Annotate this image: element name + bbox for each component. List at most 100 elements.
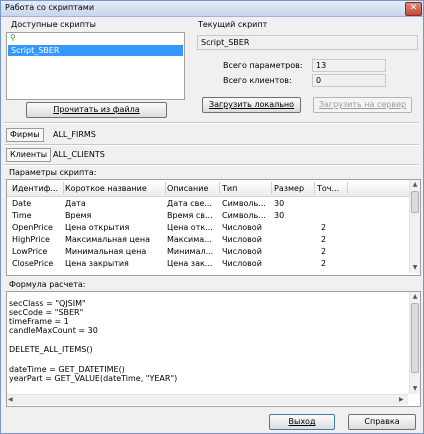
load-from-file-label: Прочитать из файла bbox=[53, 105, 140, 114]
divider bbox=[4, 122, 419, 124]
cell-id: Time bbox=[12, 211, 32, 220]
formula-line: secCode = "SBER" bbox=[9, 308, 84, 317]
total-clients-field: 0 bbox=[312, 74, 386, 87]
table-row[interactable]: ClosePrice Цена закрытия Цена зак... Чис… bbox=[7, 259, 410, 270]
firms-value: ALL_FIRMS bbox=[53, 130, 96, 139]
column-divider bbox=[219, 182, 220, 194]
clients-button[interactable]: Клиенты bbox=[6, 148, 52, 162]
clients-label: Клиенты bbox=[10, 150, 48, 159]
available-scripts-list[interactable]: ⚲ Script_SBER bbox=[6, 32, 185, 100]
column-header[interactable]: Размер bbox=[274, 184, 314, 193]
column-header[interactable]: Точ... bbox=[317, 184, 347, 193]
cell-type: Символь... bbox=[222, 199, 266, 208]
load-local-button[interactable]: Загрузить локально bbox=[202, 97, 301, 113]
cell-type: Числовой bbox=[222, 259, 262, 268]
column-divider bbox=[314, 182, 315, 194]
help-label: Справка bbox=[364, 417, 400, 426]
formula-line: yearPart = GET_VALUE(dateTime, "YEAR") bbox=[9, 374, 178, 383]
window-title: Работа со скриптами bbox=[5, 3, 95, 12]
cell-precision: 2 bbox=[321, 247, 327, 256]
cell-type: Числовой bbox=[222, 223, 262, 232]
cell-short-name: Максимальная цена bbox=[65, 235, 150, 244]
divider bbox=[4, 164, 419, 166]
scroll-right-icon[interactable]: ▶ bbox=[399, 395, 404, 405]
params-vertical-scrollbar[interactable]: ▲ ▼ bbox=[409, 180, 420, 273]
scroll-up-icon[interactable]: ▲ bbox=[410, 180, 420, 190]
scroll-thumb[interactable] bbox=[411, 303, 419, 373]
formula-label: Формула расчета: bbox=[9, 280, 86, 289]
formula-horizontal-scrollbar[interactable]: ◀ ▶ bbox=[7, 394, 408, 405]
cell-description: Дата све... bbox=[167, 199, 212, 208]
close-icon: ✕ bbox=[409, 3, 418, 13]
script-list-item[interactable]: Script_SBER bbox=[8, 45, 183, 56]
current-script-name: Script_SBER bbox=[201, 38, 250, 47]
cell-short-name: Время bbox=[65, 211, 92, 220]
params-table[interactable]: Идентиф... Короткое название Описание Ти… bbox=[6, 179, 421, 276]
load-server-button[interactable]: Загрузить на сервер bbox=[313, 97, 412, 113]
scroll-down-icon[interactable]: ▼ bbox=[410, 384, 420, 394]
column-divider bbox=[63, 182, 64, 194]
cell-id: HighPrice bbox=[12, 235, 50, 244]
cell-id: ClosePrice bbox=[12, 259, 54, 268]
column-divider bbox=[271, 182, 272, 194]
cell-description: Максима... bbox=[167, 235, 212, 244]
formula-vertical-scrollbar[interactable]: ▲ ▼ bbox=[409, 292, 420, 394]
cell-precision: 2 bbox=[321, 259, 327, 268]
search-icon: ⚲ bbox=[10, 33, 16, 42]
help-button[interactable]: Справка bbox=[348, 414, 416, 430]
scroll-down-icon[interactable]: ▼ bbox=[410, 263, 420, 273]
table-row[interactable]: Date Дата Дата све... Символь... 30 bbox=[7, 199, 410, 210]
cell-precision: 2 bbox=[321, 235, 327, 244]
total-clients-value: 0 bbox=[316, 76, 322, 85]
current-script-label: Текущий скрипт bbox=[198, 20, 268, 29]
cell-description: Минимал... bbox=[167, 247, 214, 256]
formula-line: dateTime = GET_DATETIME() bbox=[9, 365, 125, 374]
column-header[interactable]: Тип bbox=[222, 184, 272, 193]
script-manager-window: Работа со скриптами ✕ Доступные скрипты … bbox=[0, 0, 424, 434]
current-script-field: Script_SBER bbox=[197, 35, 418, 50]
available-scripts-label: Доступные скрипты bbox=[11, 20, 96, 29]
cell-id: LowPrice bbox=[12, 247, 48, 256]
cell-short-name: Цена открытия bbox=[65, 223, 130, 232]
formula-line: secClass = "QJSIM" bbox=[9, 299, 86, 308]
cell-type: Символь... bbox=[222, 211, 266, 220]
scroll-up-icon[interactable]: ▲ bbox=[410, 292, 420, 302]
column-divider bbox=[347, 182, 348, 194]
column-header[interactable]: Описание bbox=[167, 184, 217, 193]
cell-type: Числовой bbox=[222, 247, 262, 256]
scroll-thumb[interactable] bbox=[411, 191, 419, 213]
cell-description: Время св... bbox=[167, 211, 213, 220]
exit-label: Выход bbox=[288, 417, 316, 426]
column-header[interactable]: Короткое название bbox=[65, 184, 162, 193]
title-bar[interactable]: Работа со скриптами ✕ bbox=[1, 1, 423, 17]
cell-short-name: Минимальная цена bbox=[65, 247, 147, 256]
firms-label: Фирмы bbox=[10, 130, 40, 139]
cell-size: 30 bbox=[274, 199, 285, 208]
cell-precision: 2 bbox=[321, 223, 327, 232]
cell-id: Date bbox=[12, 199, 32, 208]
total-clients-label: Всего клиентов: bbox=[223, 76, 292, 85]
total-params-field: 13 bbox=[312, 59, 386, 72]
load-local-label: Загрузить локально bbox=[208, 100, 295, 109]
exit-button[interactable]: Выход bbox=[269, 414, 335, 430]
table-row[interactable]: LowPrice Минимальная цена Минимал... Чис… bbox=[7, 247, 410, 258]
total-params-label: Всего параметров: bbox=[223, 61, 303, 70]
table-row[interactable]: OpenPrice Цена открытия Цена отк... Числ… bbox=[7, 223, 410, 234]
formula-editor[interactable]: secClass = "QJSIM" secCode = "SBER" time… bbox=[6, 291, 421, 407]
table-row[interactable]: Time Время Время св... Символь... 30 bbox=[7, 211, 410, 222]
scroll-left-icon[interactable]: ◀ bbox=[8, 395, 13, 405]
cell-id: OpenPrice bbox=[12, 223, 53, 232]
close-button[interactable]: ✕ bbox=[405, 2, 422, 16]
params-table-header: Идентиф... Короткое название Описание Ти… bbox=[7, 180, 410, 197]
load-from-file-button[interactable]: Прочитать из файла bbox=[26, 102, 167, 118]
cell-type: Числовой bbox=[222, 235, 262, 244]
cell-size: 30 bbox=[274, 211, 285, 220]
load-server-label: Загрузить на сервер bbox=[318, 100, 407, 109]
table-row[interactable]: HighPrice Максимальная цена Максима... Ч… bbox=[7, 235, 410, 246]
params-label: Параметры скрипта: bbox=[9, 168, 97, 177]
cell-short-name: Дата bbox=[65, 199, 86, 208]
firms-button[interactable]: Фирмы bbox=[6, 128, 44, 142]
column-header[interactable]: Идентиф... bbox=[12, 184, 62, 193]
formula-line: timeFrame = 1 bbox=[9, 317, 69, 326]
column-divider bbox=[165, 182, 166, 194]
